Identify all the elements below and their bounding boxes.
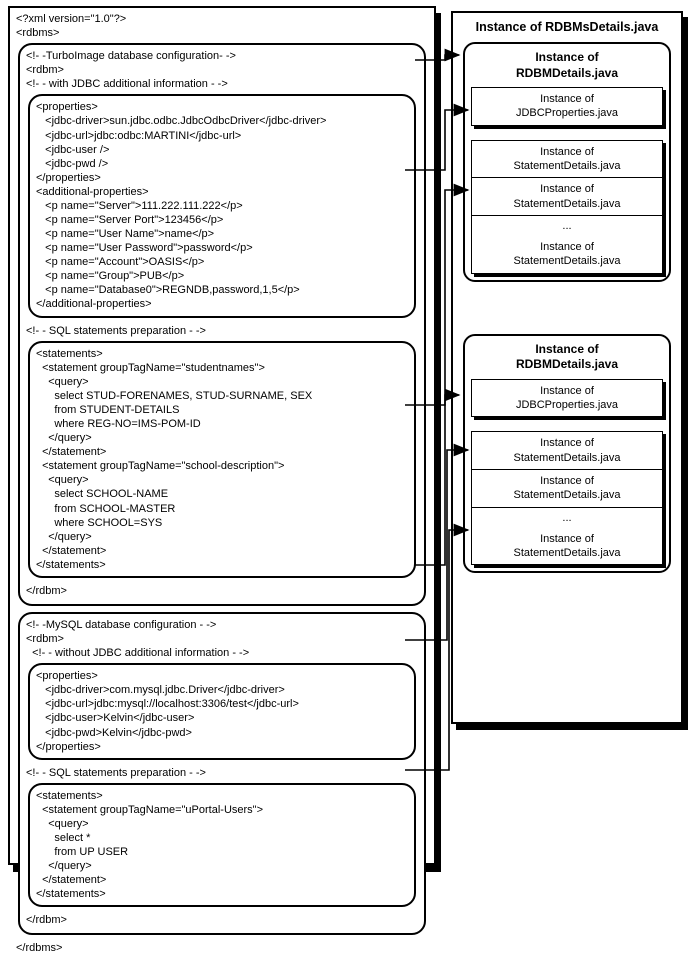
properties-block-2: <properties> <jdbc-driver>com.mysql.jdbc…: [28, 663, 416, 759]
rdbm-details-instance-1: Instance of RDBMDetails.java Instance of…: [463, 42, 671, 282]
statement-open: <statement groupTagName="uPortal-Users">: [36, 803, 408, 817]
instance-title: Instance of RDBMDetails.java: [471, 50, 663, 81]
comment: <!- - SQL statements preparation - ->: [26, 766, 418, 780]
rdbm-block-mysql: <!- -MySQL database configuration - -> <…: [18, 612, 426, 935]
statement-details-stack: Instance of StatementDetails.java Instan…: [471, 431, 663, 565]
query-line: where REG-NO=IMS-POM-ID: [36, 417, 408, 431]
query-open: <query>: [36, 817, 408, 831]
addl-props-close: </additional-properties>: [36, 297, 408, 311]
properties-close: </properties>: [36, 171, 408, 185]
prop-account: <p name="Account">OASIS</p>: [36, 255, 408, 269]
statement-details-instance: Instance of StatementDetails.java: [471, 178, 663, 216]
rdbm-open-tag: <rdbm>: [26, 632, 418, 646]
jdbc-driver: <jdbc-driver>com.mysql.jdbc.Driver</jdbc…: [36, 683, 408, 697]
query-close: </query>: [36, 859, 408, 873]
statement-close: </statement>: [36, 445, 408, 459]
comment: <!- -TurboImage database configuration- …: [26, 49, 418, 63]
query-line: from STUDENT-DETAILS: [36, 403, 408, 417]
rdbms-open-tag: <rdbms>: [16, 26, 428, 40]
jdbc-user: <jdbc-user />: [36, 143, 408, 157]
statement-details-instance: Instance of StatementDetails.java: [471, 470, 663, 508]
jdbc-pwd: <jdbc-pwd />: [36, 157, 408, 171]
rdbms-close-tag: </rdbms>: [16, 941, 428, 955]
query-line: where SCHOOL=SYS: [36, 516, 408, 530]
statements-block-1: <statements> <statement groupTagName="st…: [28, 341, 416, 578]
query-line: select SCHOOL-NAME: [36, 487, 408, 501]
statements-close: </statements>: [36, 887, 408, 901]
rdbm-close-tag: </rdbm>: [26, 584, 418, 598]
prop-group: <p name="Group">PUB</p>: [36, 269, 408, 283]
properties-open: <properties>: [36, 100, 408, 114]
instance-title: Instance of RDBMDetails.java: [471, 342, 663, 373]
jdbc-properties-instance: Instance of JDBCProperties.java: [471, 379, 663, 418]
statement-details-stack: Instance of StatementDetails.java Instan…: [471, 140, 663, 274]
jdbc-url: <jdbc-url>jdbc:odbc:MARTINI</jdbc-url>: [36, 129, 408, 143]
query-line: from SCHOOL-MASTER: [36, 502, 408, 516]
rdbm-close-tag: </rdbm>: [26, 913, 418, 927]
ellipsis: ...: [471, 216, 663, 236]
properties-close: </properties>: [36, 740, 408, 754]
xml-config-panel: <?xml version="1.0"?> <rdbms> <!- -Turbo…: [8, 6, 436, 865]
jdbc-user: <jdbc-user>Kelvin</jdbc-user>: [36, 711, 408, 725]
statements-open: <statements>: [36, 789, 408, 803]
query-close: </query>: [36, 431, 408, 445]
query-line: select STUD-FORENAMES, STUD-SURNAME, SEX: [36, 389, 408, 403]
prop-server: <p name="Server">111.222.111.222</p>: [36, 199, 408, 213]
statement-open: <statement groupTagName="studentnames">: [36, 361, 408, 375]
statement-close: </statement>: [36, 544, 408, 558]
rdbms-details-title: Instance of RDBMsDetails.java: [457, 17, 677, 42]
statements-close: </statements>: [36, 558, 408, 572]
statement-details-instance: Instance of StatementDetails.java: [471, 528, 663, 566]
rdbm-details-instance-2: Instance of RDBMDetails.java Instance of…: [463, 334, 671, 574]
prop-user-name: <p name="User Name">name</p>: [36, 227, 408, 241]
comment: <!- - SQL statements preparation - ->: [26, 324, 418, 338]
statements-open: <statements>: [36, 347, 408, 361]
rdbm-open-tag: <rdbm>: [26, 63, 418, 77]
query-open: <query>: [36, 473, 408, 487]
query-open: <query>: [36, 375, 408, 389]
statement-details-instance: Instance of StatementDetails.java: [471, 236, 663, 274]
comment: <!- - without JDBC additional informatio…: [26, 646, 418, 660]
jdbc-pwd: <jdbc-pwd>Kelvin</jdbc-pwd>: [36, 726, 408, 740]
comment: <!- -MySQL database configuration - ->: [26, 618, 418, 632]
statement-details-instance: Instance of StatementDetails.java: [471, 431, 663, 470]
addl-props-open: <additional-properties>: [36, 185, 408, 199]
comment: <!- - with JDBC additional information -…: [26, 77, 418, 91]
statements-block-2: <statements> <statement groupTagName="uP…: [28, 783, 416, 908]
ellipsis: ...: [471, 508, 663, 528]
prop-database0: <p name="Database0">REGNDB,password,1,5<…: [36, 283, 408, 297]
xml-declaration: <?xml version="1.0"?>: [16, 12, 428, 26]
query-line: from UP USER: [36, 845, 408, 859]
rdbm-block-turboimage: <!- -TurboImage database configuration- …: [18, 43, 426, 606]
statement-close: </statement>: [36, 873, 408, 887]
statement-open: <statement groupTagName="school-descript…: [36, 459, 408, 473]
query-close: </query>: [36, 530, 408, 544]
prop-server-port: <p name="Server Port">123456</p>: [36, 213, 408, 227]
java-instances-panel: Instance of RDBMsDetails.java Instance o…: [451, 11, 683, 724]
jdbc-properties-instance: Instance of JDBCProperties.java: [471, 87, 663, 126]
jdbc-url: <jdbc-url>jdbc:mysql://localhost:3306/te…: [36, 697, 408, 711]
properties-open: <properties>: [36, 669, 408, 683]
query-line: select *: [36, 831, 408, 845]
statement-details-instance: Instance of StatementDetails.java: [471, 140, 663, 179]
prop-user-password: <p name="User Password">password</p>: [36, 241, 408, 255]
properties-block-1: <properties> <jdbc-driver>sun.jdbc.odbc.…: [28, 94, 416, 317]
jdbc-driver: <jdbc-driver>sun.jdbc.odbc.JdbcOdbcDrive…: [36, 114, 408, 128]
